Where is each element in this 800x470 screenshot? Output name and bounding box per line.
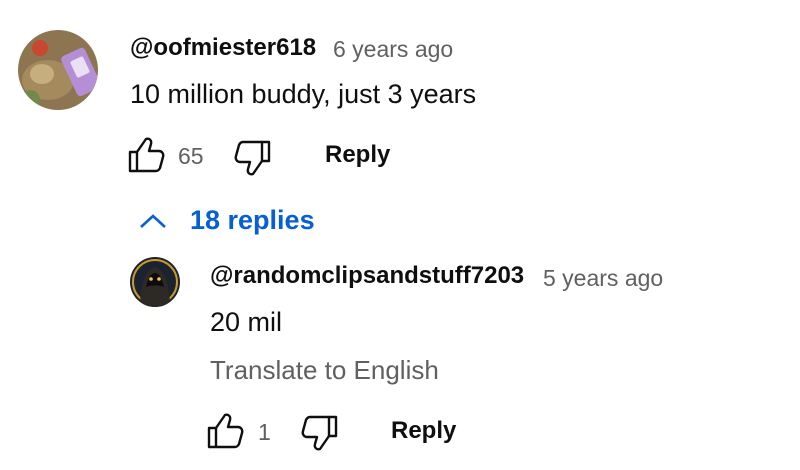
comment-author[interactable]: @oofmiester618 xyxy=(130,34,316,62)
reply-dislike-button[interactable] xyxy=(300,413,340,453)
thumbs-up-icon xyxy=(128,137,165,173)
comment-text: 10 million buddy, just 3 years xyxy=(130,79,477,109)
comment-timestamp[interactable]: 6 years ago xyxy=(333,36,453,63)
replies-toggle[interactable]: 18 replies xyxy=(138,205,315,236)
chevron-up-icon xyxy=(140,213,166,228)
reply-text: 20 mil xyxy=(210,307,283,337)
reply-like-button[interactable] xyxy=(205,411,245,451)
comment-avatar[interactable] xyxy=(18,30,98,110)
reply-button[interactable]: Reply xyxy=(325,141,390,169)
like-count: 65 xyxy=(178,143,204,169)
avatar-photo xyxy=(18,30,98,110)
thumbs-down-icon xyxy=(234,140,271,176)
thumbs-up-icon xyxy=(207,413,244,449)
replies-count-label: 18 replies xyxy=(190,205,315,235)
reply-like-count: 1 xyxy=(258,419,271,445)
hooded-figure-avatar xyxy=(130,257,180,307)
reply-avatar[interactable] xyxy=(130,257,180,307)
like-button[interactable] xyxy=(126,135,166,175)
thumbs-down-icon xyxy=(301,415,338,451)
reply-author[interactable]: @randomclipsandstuff7203 xyxy=(210,262,524,290)
translate-link[interactable]: Translate to English xyxy=(210,355,439,386)
dislike-button[interactable] xyxy=(233,138,273,178)
reply-reply-button[interactable]: Reply xyxy=(391,417,456,445)
reply-timestamp[interactable]: 5 years ago xyxy=(543,265,663,292)
